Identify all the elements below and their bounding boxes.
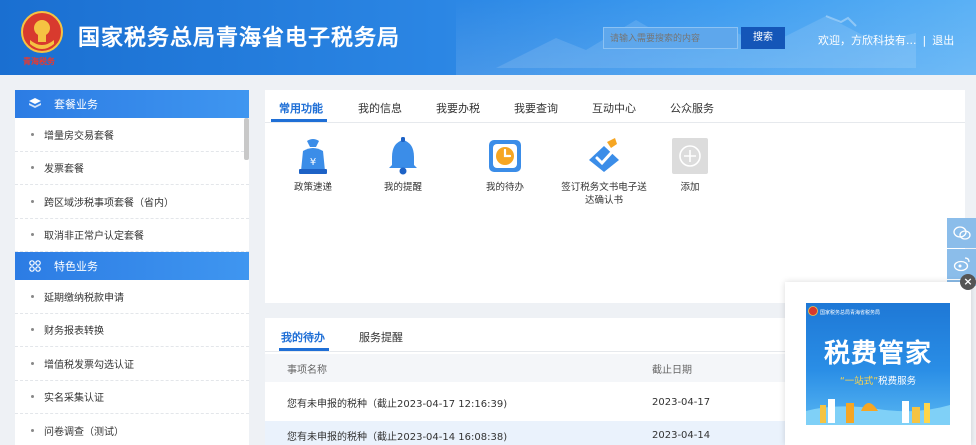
bullet-icon: [31, 132, 34, 136]
sidebar-item-label: 延期缴纳税款申请: [44, 292, 124, 304]
sidebar-item-label: 发票套餐: [44, 164, 84, 176]
chat-icon: [952, 226, 971, 240]
func-label: 政策速递: [293, 182, 332, 193]
sidebar-scrollbar[interactable]: [244, 118, 249, 160]
tab-interaction[interactable]: 互动中心: [592, 100, 636, 116]
plus-icon: [670, 136, 710, 176]
sidebar-item-label: 问卷调查（测试）: [44, 426, 124, 438]
func-policy[interactable]: ¥ 政策速递: [273, 136, 353, 194]
weibo-icon: [953, 257, 970, 272]
tab-tax-handling[interactable]: 我要办税: [436, 100, 480, 116]
sidebar-item[interactable]: 取消非正常户认定套餐: [15, 219, 249, 252]
bell-icon: [383, 136, 423, 176]
function-tabs: 常用功能 我的信息 我要办税 我要查询 互动中心 公众服务: [265, 90, 965, 123]
site-header: 青海税务 国家税务总局青海省电子税务局 搜索 欢迎，方欣科技有... | 退出: [0, 0, 976, 75]
bullet-icon: [31, 395, 34, 399]
welcome-text[interactable]: 欢迎，方欣科技有...: [818, 34, 917, 47]
active-tab-indicator: [271, 119, 327, 122]
promo-subtext: 税费服务: [878, 376, 917, 387]
func-label: 我的提醒: [383, 182, 422, 193]
chat-float-button[interactable]: [947, 218, 976, 248]
func-add[interactable]: 添加: [650, 136, 730, 194]
todo-item-deadline: 2023-04-17: [652, 396, 711, 408]
site-title: 国家税务总局青海省电子税务局: [78, 26, 401, 51]
package-icon: [28, 97, 42, 111]
active-tab-indicator: [279, 348, 329, 351]
search-input[interactable]: [603, 27, 738, 49]
promo-org: 国家税务总局青海省税务局: [820, 310, 881, 316]
sidebar-item[interactable]: 跨区域涉税事项套餐（省内）: [15, 185, 249, 219]
bullet-icon: [31, 166, 34, 170]
tab-common[interactable]: 常用功能: [279, 100, 323, 116]
tab-query[interactable]: 我要查询: [514, 100, 558, 116]
separator: |: [922, 34, 927, 47]
bullet-icon: [31, 199, 34, 203]
sidebar-section-special[interactable]: 特色业务: [15, 252, 249, 280]
todo-item-name[interactable]: 您有未申报的税种（截止2023-04-14 16:08:38): [287, 428, 507, 443]
bullet-icon: [31, 428, 34, 432]
func-sign-doc[interactable]: 签订税务文书电子送达确认书: [559, 136, 649, 207]
sidebar-item-label: 实名采集认证: [44, 393, 104, 405]
sidebar-item-label: 财务报表转换: [44, 326, 104, 338]
sidebar-section-package[interactable]: 套餐业务: [15, 90, 249, 118]
sidebar-item-label: 取消非正常户认定套餐: [44, 231, 144, 243]
tab-my-info[interactable]: 我的信息: [358, 100, 402, 116]
todo-item-deadline: 2023-04-14: [652, 429, 711, 441]
svg-text:¥: ¥: [310, 157, 316, 168]
user-welcome: 欢迎，方欣科技有... | 退出: [818, 32, 954, 48]
sidebar-item[interactable]: 实名采集认证: [15, 381, 249, 414]
emblem-small-icon: [808, 306, 818, 316]
promo-banner[interactable]: 国家税务总局青海省税务局 税费管家 “一站式”税费服务: [806, 303, 950, 425]
sidebar-section-title: 套餐业务: [54, 98, 98, 111]
clock-icon: [485, 136, 525, 176]
sidebar-item[interactable]: 财务报表转换: [15, 314, 249, 347]
sidebar-item-label: 增量房交易套餐: [44, 130, 114, 142]
city-skyline-icon: [806, 399, 950, 425]
tab-public-service[interactable]: 公众服务: [670, 100, 714, 116]
bullet-icon: [31, 328, 34, 332]
promo-title: 税费管家: [823, 339, 932, 369]
promo-subtitle: “一站式”税费服务: [806, 373, 950, 387]
bullet-icon: [31, 361, 34, 365]
tab-service-reminder[interactable]: 服务提醒: [359, 329, 403, 345]
sidebar-item-label: 跨区域涉税事项套餐（省内）: [44, 197, 174, 209]
promo-highlight: “一站式”: [839, 376, 879, 387]
todo-item-name[interactable]: 您有未申报的税种（截止2023-04-17 12:16:39): [287, 395, 507, 410]
logout-link[interactable]: 退出: [932, 34, 954, 47]
func-label: 添加: [680, 182, 700, 193]
policy-bag-icon: ¥: [293, 136, 333, 176]
bullet-icon: [31, 233, 34, 237]
func-label: 签订税务文书电子送达确认书: [561, 182, 647, 206]
func-todo[interactable]: 我的待办: [465, 136, 545, 194]
bullet-icon: [31, 294, 34, 298]
search-button[interactable]: 搜索: [741, 27, 785, 49]
sidebar-item[interactable]: 增量房交易套餐: [15, 118, 249, 152]
sidebar-item[interactable]: 发票套餐: [15, 152, 249, 185]
sign-check-icon: [584, 136, 624, 176]
close-popup-button[interactable]: ×: [960, 274, 976, 290]
emblem-subtitle: 青海税务: [23, 56, 55, 66]
func-label: 我的待办: [485, 182, 524, 193]
func-reminder[interactable]: 我的提醒: [363, 136, 443, 194]
grid-icon: [28, 259, 42, 273]
sidebar-item[interactable]: 问卷调查（测试）: [15, 414, 249, 445]
tax-emblem-icon: [21, 11, 63, 53]
column-header-name: 事项名称: [287, 364, 327, 376]
sidebar-item[interactable]: 增值税发票勾选认证: [15, 347, 249, 381]
tab-my-todo[interactable]: 我的待办: [281, 329, 325, 345]
common-functions-panel: 常用功能 我的信息 我要办税 我要查询 互动中心 公众服务 ¥ 政策速递 我的提…: [265, 90, 965, 303]
column-header-deadline: 截止日期: [652, 364, 692, 376]
sidebar-item-label: 增值税发票勾选认证: [44, 359, 134, 371]
sidebar-item[interactable]: 延期缴纳税款申请: [15, 280, 249, 314]
sidebar-section-title: 特色业务: [54, 260, 98, 273]
sidebar: 套餐业务 增量房交易套餐 发票套餐 跨区域涉税事项套餐（省内） 取消非正常户认定…: [15, 90, 249, 445]
